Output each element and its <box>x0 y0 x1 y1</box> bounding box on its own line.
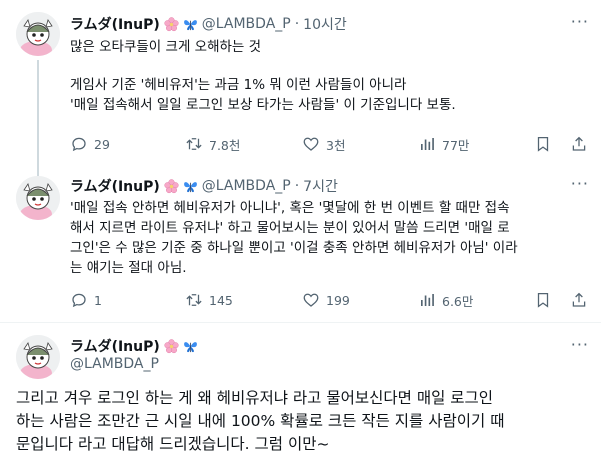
views-button[interactable]: 77만 <box>418 134 469 154</box>
avatar[interactable] <box>16 176 60 220</box>
retweet-button[interactable]: 145 <box>185 290 233 310</box>
cherry-blossom-icon <box>164 17 179 32</box>
more-horizontal-icon[interactable]: ··· <box>571 12 589 31</box>
display-name[interactable]: ラムダ(InuP) <box>70 336 160 356</box>
share-icon <box>570 291 588 309</box>
more-horizontal-icon[interactable]: ··· <box>571 335 589 354</box>
retweet-icon <box>185 291 203 309</box>
reply-button[interactable]: 1 <box>70 290 102 310</box>
retweet-count: 145 <box>209 292 233 308</box>
heart-icon <box>302 135 320 153</box>
retweet-button[interactable]: 7.8천 <box>185 134 240 154</box>
tweet-2[interactable]: ラムダ(InuP) @LAMBDA_P · 7시간 ··· '매일 접속 안하면… <box>0 170 601 322</box>
handle[interactable]: @LAMBDA_P <box>70 356 159 372</box>
heart-icon <box>302 291 320 309</box>
tweet-1[interactable]: ラムダ(InuP) @LAMBDA_P · 10시간 ··· 많은 오타쿠들이 … <box>0 0 601 170</box>
reply-icon <box>70 291 88 309</box>
text-line: 해서 지르면 라이트 유저냐' 하고 물어보시는 분이 있어서 말씀 드리면 '… <box>70 220 510 236</box>
separator-dot: · <box>294 16 300 32</box>
thread-connector <box>37 60 39 170</box>
like-count: 3천 <box>326 137 346 153</box>
share-button[interactable] <box>570 290 588 310</box>
bookmark-icon <box>534 135 552 153</box>
reply-button[interactable]: 29 <box>70 134 110 154</box>
text-line: 그리고 겨우 로그인 하는 게 왜 헤비유저냐 라고 물어보신다면 매일 로그인 <box>16 389 494 407</box>
separator-dot: · <box>294 178 300 194</box>
text-line: 는 얘기는 절대 아님. <box>70 260 187 276</box>
avatar[interactable] <box>16 335 60 379</box>
display-name[interactable]: ラムダ(InuP) <box>70 176 160 196</box>
reply-count: 29 <box>94 136 110 152</box>
views-icon <box>418 135 436 153</box>
cherry-blossom-icon <box>164 179 179 194</box>
cherry-blossom-icon <box>164 339 179 354</box>
reply-count: 1 <box>94 292 102 308</box>
text-line: 그인'은 수 많은 기준 중 하나일 뿐이고 '이걸 충족 안하면 헤비유저가 … <box>70 240 518 256</box>
views-count: 6.6만 <box>442 293 474 309</box>
retweet-count: 7.8천 <box>209 137 241 153</box>
reply-icon <box>70 135 88 153</box>
text-line: '매일 접속 안하면 헤비유저가 아니냐', 혹은 '몇달에 한 번 이벤트 할… <box>70 200 510 216</box>
bookmark-button[interactable] <box>534 290 552 310</box>
timestamp[interactable]: 7시간 <box>303 176 338 196</box>
text-line: 문입니다 라고 대답해 드리겠습니다. 그럼 이만~ <box>16 435 330 453</box>
share-button[interactable] <box>570 134 588 154</box>
action-bar: 29 7.8천 3천 77만 <box>70 134 590 154</box>
text-line: '매일 접속해서 일일 로그인 보상 타가는 사람들' 이 기준입니다 보통. <box>70 97 456 113</box>
avatar[interactable] <box>16 12 60 56</box>
author-handle-row: @LAMBDA_P <box>70 356 159 372</box>
tweet-text: '매일 접속 안하면 헤비유저가 아니냐', 혹은 '몇달에 한 번 이벤트 할… <box>70 198 518 278</box>
tweet-text: 많은 오타쿠들이 크게 오해하는 것 게임사 기준 '헤비유저'는 과금 1% … <box>70 37 456 115</box>
text-line: 하는 사람은 조만간 근 시일 내에 100% 확률로 크든 작든 지를 사람이… <box>16 412 505 430</box>
handle[interactable]: @LAMBDA_P <box>202 178 291 194</box>
like-button[interactable]: 3천 <box>302 134 345 154</box>
text-line: 게임사 기준 '헤비유저'는 과금 1% 뭐 이런 사람들이 아니라 <box>70 77 407 93</box>
share-icon <box>570 135 588 153</box>
text-line: 많은 오타쿠들이 크게 오해하는 것 <box>70 39 262 55</box>
views-count: 77만 <box>442 137 470 153</box>
bookmark-icon <box>534 291 552 309</box>
like-count: 199 <box>326 292 350 308</box>
tweet-text: 그리고 겨우 로그인 하는 게 왜 헤비유저냐 라고 물어보신다면 매일 로그인… <box>16 387 504 456</box>
views-icon <box>418 291 436 309</box>
views-button[interactable]: 6.6만 <box>418 290 473 310</box>
handle[interactable]: @LAMBDA_P <box>202 16 291 32</box>
tweet-3-focused[interactable]: ラムダ(InuP) @LAMBDA_P ··· 그리고 겨우 로그인 하는 게 … <box>0 323 601 463</box>
bookmark-button[interactable] <box>534 134 552 154</box>
like-button[interactable]: 199 <box>302 290 350 310</box>
retweet-icon <box>185 135 203 153</box>
butterfly-icon <box>183 339 198 354</box>
timestamp[interactable]: 10시간 <box>303 14 347 34</box>
tweet-header: ラムダ(InuP) @LAMBDA_P · 10시간 <box>70 14 347 34</box>
tweet-header: ラムダ(InuP) @LAMBDA_P · 7시간 <box>70 176 338 196</box>
butterfly-icon <box>183 179 198 194</box>
display-name[interactable]: ラムダ(InuP) <box>70 14 160 34</box>
more-horizontal-icon[interactable]: ··· <box>571 174 589 193</box>
butterfly-icon <box>183 17 198 32</box>
author-name-row: ラムダ(InuP) <box>70 336 198 356</box>
action-bar: 1 145 199 6.6만 <box>70 290 590 310</box>
